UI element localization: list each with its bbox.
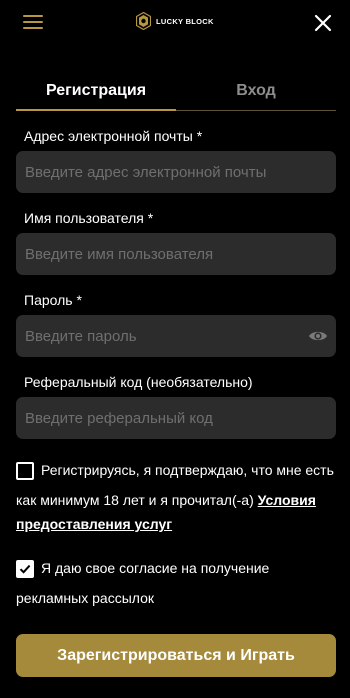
referral-label: Реферальный код (необязательно) [24, 374, 253, 390]
terms-of-service-link[interactable]: Условия [258, 492, 316, 508]
checkmark-icon [19, 564, 31, 574]
email-label: Адрес электронной почты * [24, 128, 203, 144]
email-field[interactable] [16, 151, 336, 193]
referral-code-field[interactable] [16, 397, 336, 439]
email-field-container [16, 151, 336, 193]
terms-line-3: предоставления услуг [16, 511, 172, 537]
username-field-container [16, 233, 336, 275]
eye-icon[interactable] [308, 327, 328, 345]
terms-checkbox[interactable] [16, 462, 34, 480]
referral-field-container [16, 397, 336, 439]
hamburger-menu-icon[interactable] [23, 14, 43, 30]
marketing-consent-checkbox[interactable] [16, 560, 34, 578]
username-label: Имя пользователя * [24, 210, 154, 226]
marketing-line-2: рекламных рассылок [16, 590, 154, 606]
header: LUCKY BLOCK [0, 0, 350, 46]
password-field[interactable] [16, 315, 336, 357]
username-field[interactable] [16, 233, 336, 275]
auth-tabs: Регистрация Вход [16, 80, 336, 111]
password-field-container [16, 315, 336, 357]
marketing-line-1: Я даю свое согласие на получение [41, 560, 270, 576]
active-tab-indicator [16, 109, 176, 111]
tab-registration[interactable]: Регистрация [16, 80, 176, 108]
register-and-play-button[interactable]: Зарегистрироваться и Играть [16, 634, 336, 677]
terms-of-service-link-cont[interactable]: предоставления услуг [16, 516, 172, 532]
password-label: Пароль * [24, 292, 82, 308]
brand-name: LUCKY BLOCK [156, 16, 214, 26]
lucky-block-logo-icon [136, 12, 151, 30]
terms-line-1: Регистрируясь, я подтверждаю, что мне ес… [41, 462, 334, 478]
brand-logo[interactable]: LUCKY BLOCK [136, 10, 214, 32]
tab-login[interactable]: Вход [176, 80, 336, 108]
close-icon[interactable] [314, 14, 332, 32]
terms-line-2: как минимум 18 лет и я прочитал(-а) Усло… [16, 487, 316, 513]
terms-line-2-text: как минимум 18 лет и я прочитал(-а) [16, 492, 254, 508]
